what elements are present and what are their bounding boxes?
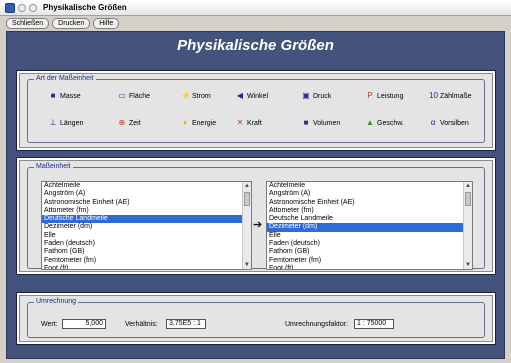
unit-type-icon: α [430,118,436,127]
unit-type-druck[interactable]: ▣ Druck [302,92,331,100]
list-item[interactable]: Achtelmeile [42,182,251,190]
conversion-panel: Umrechnung Wert: 5,000 Verhältnis: 3,75E… [16,292,496,345]
unit-type-label: Zeit [129,119,141,127]
help-menu-button[interactable]: Hilfe [93,17,120,29]
page-title: Physikalische Größen [177,37,334,54]
list-item[interactable]: Dezimeter (dm) [42,223,251,231]
unit-type-längen[interactable]: ⊥ Längen [49,118,84,127]
unit-type-icon: ⊕ [118,118,126,127]
unit-type-icon: ■ [303,118,309,127]
scroll-thumb[interactable] [465,192,471,206]
unit-type-leistung[interactable]: P Leistung [366,92,403,100]
list-item[interactable]: Fathom (GB) [267,248,472,256]
list-item[interactable]: Astronomische Einheit (AE) [42,199,251,207]
window-title: Physikalische Größen [43,3,127,12]
value-label: Wert: [41,321,58,328]
list-item[interactable]: Attometer (fm) [267,207,472,215]
unit-type-energie[interactable]: ♦ Energie [181,119,216,127]
list-item[interactable]: Foot (ft) [42,265,251,269]
value-input[interactable]: 5,000 [62,319,106,329]
main-canvas: Physikalische Größen Art der Maßeinheit … [6,31,505,359]
unit-type-strom[interactable]: ⚡ Strom [181,92,211,100]
convert-arrow-icon: ➔ [253,219,263,231]
unit-type-icon: ✕ [236,118,244,127]
print-menu-button[interactable]: Drucken [52,17,91,29]
unit-type-label: Längen [60,119,84,127]
list-item[interactable]: Femtometer (fm) [42,257,251,265]
unit-type-fläche[interactable]: ▭ Fläche [118,92,150,100]
list-item[interactable]: Faden (deutsch) [267,240,472,248]
unit-type-label: Winkel [247,92,269,100]
unit-type-geschw[interactable]: ▲ Geschw. [366,119,404,127]
menu-bar: Schließen Drucken Hilfe [0,16,511,30]
unit-type-vorsilben[interactable]: α Vorsilben [429,119,469,127]
unit-type-icon: ⚡ [181,91,191,100]
unit-type-icon: ⊥ [49,118,57,127]
close-menu-button[interactable]: Schließen [6,17,50,29]
unit-type-icon: ▣ [302,91,310,100]
list-item[interactable]: Dezimeter (dm) [267,223,472,232]
unit-type-label: Vorsilben [440,119,469,127]
ratio-label: Verhältnis: [125,321,158,328]
list-item[interactable]: Deutsche Landmeile [42,215,251,224]
unit-type-icon: 10 [429,91,438,100]
unit-type-volumen[interactable]: ■ Volumen [302,118,341,127]
unit-type-kraft[interactable]: ✕ Kraft [236,119,262,127]
unit-legend: Maßeinheit [34,163,73,170]
source-list-scrollbar[interactable]: ▲ ▼ [242,182,251,269]
list-item[interactable]: Achtelmeile [267,182,472,190]
unit-type-masse[interactable]: ■ Masse [49,92,81,100]
unit-type-label: Fläche [129,92,151,100]
factor-label: Umrechnungsfaktor: [285,321,349,328]
list-item[interactable]: Femtometer (fm) [267,257,472,265]
unit-type-icon: P [367,91,373,100]
list-item[interactable]: Elle [42,232,251,240]
window-close-button[interactable] [18,3,26,12]
unit-type-label: Leistung [377,92,404,100]
unit-type-icon: ▭ [118,91,126,100]
target-unit-list[interactable]: Achtelmeile Angström (A) Astronomische Ein… [266,181,473,270]
unit-type-group: Art der Maßeinheit [27,75,485,143]
unit-panel: Maßeinheit Achtelmeile Angström (A) Astron… [16,157,496,275]
unit-type-label: Zählmaße [440,92,472,100]
unit-type-label: Kraft [247,119,262,127]
unit-type-zeit[interactable]: ⊕ Zeit [118,119,141,127]
unit-type-label: Energie [192,119,217,127]
conversion-legend: Umrechnung [34,298,79,305]
scroll-up-icon[interactable]: ▲ [464,182,472,190]
list-item[interactable]: Astronomische Einheit (AE) [267,199,472,207]
unit-type-icon: ♦ [182,118,188,127]
unit-type-icon: ◀ [236,91,244,100]
target-list-scrollbar[interactable]: ▲ ▼ [463,182,472,269]
unit-type-label: Strom [192,92,211,100]
unit-type-icon: ▲ [366,118,374,127]
app-icon [5,2,15,13]
list-item[interactable]: Angström (A) [42,190,251,198]
scroll-up-icon[interactable]: ▲ [243,182,251,190]
scroll-thumb[interactable] [244,192,250,206]
factor-value: 1 : 75000 [354,319,394,329]
unit-type-label: Druck [313,92,332,100]
scroll-down-icon[interactable]: ▼ [464,261,472,269]
scroll-down-icon[interactable]: ▼ [243,261,251,269]
ratio-value: 3,75E5 : 1 [166,319,206,329]
unit-type-panel: Art der Maßeinheit ■ Masse ▭ Fläche ⚡ Strom ◀ W… [16,70,496,151]
list-item[interactable]: Angström (A) [267,190,472,198]
window-titlebar: Physikalische Größen [0,0,511,16]
list-item[interactable]: Foot (ft) [267,265,472,269]
list-item[interactable]: Elle [267,232,472,240]
unit-type-winkel[interactable]: ◀ Winkel [236,92,268,100]
unit-type-label: Geschw. [377,119,404,127]
list-item[interactable]: Faden (deutsch) [42,240,251,248]
unit-type-label: Masse [60,92,81,100]
source-unit-list[interactable]: Achtelmeile Angström (A) Astronomische Ein… [41,181,252,270]
list-item[interactable]: Attometer (fm) [42,207,251,215]
unit-type-label: Volumen [313,119,341,127]
unit-type-legend: Art der Maßeinheit [34,75,96,82]
unit-type-zählmaße[interactable]: 10 Zählmaße [429,92,472,100]
window-minimize-button[interactable] [29,3,37,12]
list-item[interactable]: Fathom (GB) [42,248,251,256]
unit-type-icon: ■ [50,91,56,100]
list-item[interactable]: Deutsche Landmeile [267,215,472,223]
